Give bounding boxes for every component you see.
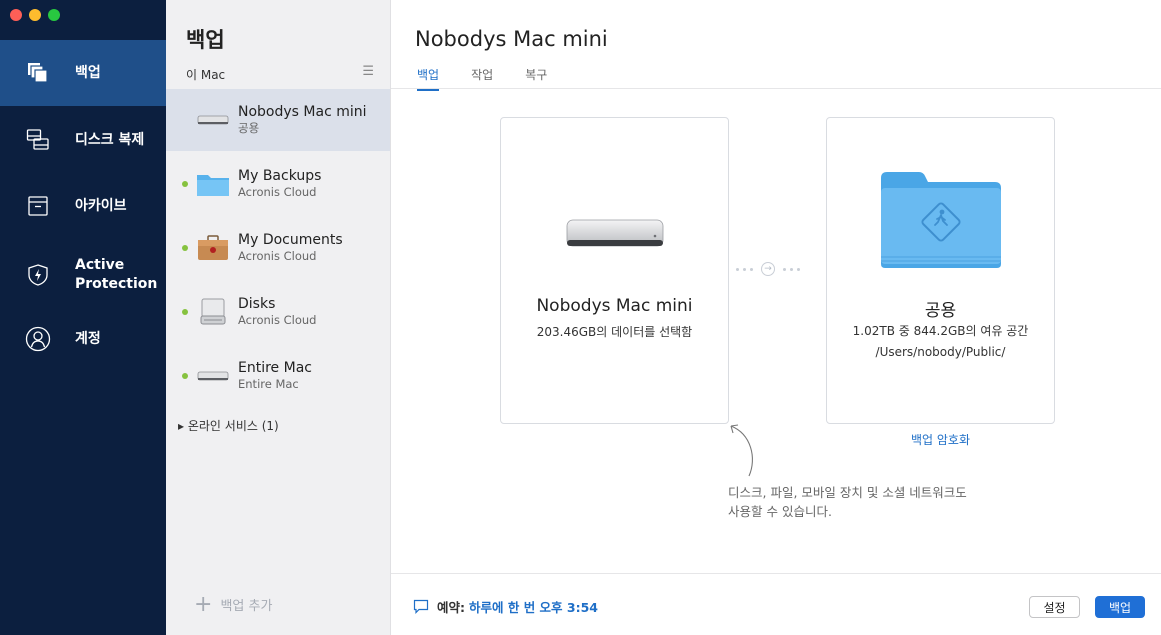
divider bbox=[391, 88, 1161, 89]
status-dot bbox=[182, 373, 188, 379]
hard-drive-icon bbox=[196, 297, 230, 327]
hint-line-2: 사용할 수 있습니다. bbox=[728, 504, 832, 519]
sidebar-nav: 백업 디스크 복제 아카이브 Active Protection 계정 bbox=[0, 0, 166, 635]
mac-mini-icon bbox=[565, 216, 665, 256]
nav-label-account: 계정 bbox=[75, 330, 101, 347]
nav-item-active-protection[interactable]: Active Protection bbox=[0, 250, 166, 300]
hint-line-1: 디스크, 파일, 모바일 장치 및 소셜 네트워크도 bbox=[728, 485, 967, 500]
list-item-name: Disks bbox=[238, 296, 276, 312]
encrypt-backup-link[interactable]: 백업 암호화 bbox=[826, 431, 1055, 448]
list-item-sub: Acronis Cloud bbox=[238, 249, 317, 263]
backup-icon bbox=[25, 60, 51, 86]
status-dot bbox=[182, 245, 188, 251]
list-item-name: Entire Mac bbox=[238, 360, 312, 376]
backup-direction-connector: → bbox=[736, 262, 800, 276]
mac-mini-icon bbox=[196, 105, 230, 135]
nav-label-archive: 아카이브 bbox=[75, 197, 127, 214]
nav-label-backup: 백업 bbox=[75, 64, 101, 81]
plus-icon: + bbox=[194, 591, 213, 617]
hint-text: 디스크, 파일, 모바일 장치 및 소셜 네트워크도 사용할 수 있습니다. bbox=[728, 483, 967, 521]
destination-path: /Users/nobody/Public/ bbox=[875, 345, 1006, 359]
list-section-label: 이 Mac bbox=[186, 68, 226, 82]
nav-label-active-protection: Active Protection bbox=[75, 257, 158, 292]
divider bbox=[391, 573, 1161, 574]
list-item[interactable]: Entire Mac Entire Mac bbox=[166, 345, 390, 407]
schedule-label: 예약: bbox=[437, 600, 465, 615]
mac-mini-icon bbox=[196, 361, 230, 391]
status-dot bbox=[182, 181, 188, 187]
app-window: 백업 디스크 복제 아카이브 Active Protection 계정 백업 이… bbox=[0, 0, 1161, 635]
backup-source-card[interactable]: Nobodys Mac mini 203.46GB의 데이터를 선택함 bbox=[500, 117, 729, 424]
source-name: Nobodys Mac mini bbox=[536, 296, 693, 316]
shield-icon bbox=[25, 262, 51, 288]
nav-item-disk-clone[interactable]: 디스크 복제 bbox=[0, 116, 166, 164]
hint-arrow-icon bbox=[730, 424, 753, 477]
close-window-button[interactable] bbox=[10, 9, 22, 21]
nav-item-archive[interactable]: 아카이브 bbox=[0, 182, 166, 230]
nav-label-disk-clone: 디스크 복제 bbox=[75, 131, 145, 148]
backup-destination-card[interactable]: 공용 1.02TB 중 844.2GB의 여유 공간 /Users/nobody… bbox=[826, 117, 1055, 424]
list-title: 백업 bbox=[186, 28, 225, 52]
list-item[interactable]: Nobodys Mac mini 공용 bbox=[166, 89, 390, 151]
comment-icon[interactable] bbox=[413, 599, 429, 614]
list-item-name: Nobodys Mac mini bbox=[238, 104, 367, 120]
main-panel: Nobodys Mac mini 백업 작업 복구 Nobodys Mac mi… bbox=[391, 0, 1161, 635]
archive-icon bbox=[25, 193, 51, 219]
destination-free-space: 1.02TB 중 844.2GB의 여유 공간 bbox=[852, 324, 1029, 338]
zoom-window-button[interactable] bbox=[48, 9, 60, 21]
add-backup-label: 백업 추가 bbox=[220, 599, 273, 614]
account-icon bbox=[25, 326, 51, 352]
online-services-toggle[interactable]: ▸ 온라인 서비스 (1) bbox=[178, 417, 279, 434]
window-controls bbox=[10, 9, 60, 21]
add-backup-button[interactable]: + 백업 추가 bbox=[194, 591, 273, 617]
page-title: Nobodys Mac mini bbox=[415, 27, 608, 51]
minimize-window-button[interactable] bbox=[29, 9, 41, 21]
briefcase-icon bbox=[196, 233, 230, 263]
backup-button[interactable]: 백업 bbox=[1095, 596, 1145, 618]
disk-clone-icon bbox=[25, 127, 51, 153]
list-item-sub: Acronis Cloud bbox=[238, 185, 317, 199]
destination-name: 공용 bbox=[924, 301, 957, 321]
list-item[interactable]: Disks Acronis Cloud bbox=[166, 281, 390, 343]
list-item-sub: Acronis Cloud bbox=[238, 313, 317, 327]
status-dot bbox=[182, 309, 188, 315]
list-menu-icon[interactable]: ☰ bbox=[362, 64, 374, 79]
folder-icon bbox=[196, 169, 230, 199]
backup-list-panel: 백업 이 Mac ☰ Nobodys Mac mini 공용 My Backup… bbox=[166, 0, 391, 635]
list-item-sub: 공용 bbox=[238, 121, 260, 135]
schedule-bar: 예약: 하루에 한 번 오후 3:54 bbox=[413, 597, 598, 616]
nav-item-account[interactable]: 계정 bbox=[0, 315, 166, 363]
list-item-name: My Backups bbox=[238, 168, 322, 184]
settings-button[interactable]: 설정 bbox=[1029, 596, 1080, 618]
public-folder-icon bbox=[879, 170, 1003, 274]
list-item-name: My Documents bbox=[238, 232, 343, 248]
list-item[interactable]: My Documents Acronis Cloud bbox=[166, 217, 390, 279]
schedule-value-link[interactable]: 하루에 한 번 오후 3:54 bbox=[469, 597, 598, 616]
nav-item-backup[interactable]: 백업 bbox=[0, 40, 166, 106]
list-item-sub: Entire Mac bbox=[238, 377, 299, 391]
list-item[interactable]: My Backups Acronis Cloud bbox=[166, 153, 390, 215]
source-detail: 203.46GB의 데이터를 선택함 bbox=[536, 325, 693, 339]
arrow-right-icon: → bbox=[761, 262, 775, 276]
